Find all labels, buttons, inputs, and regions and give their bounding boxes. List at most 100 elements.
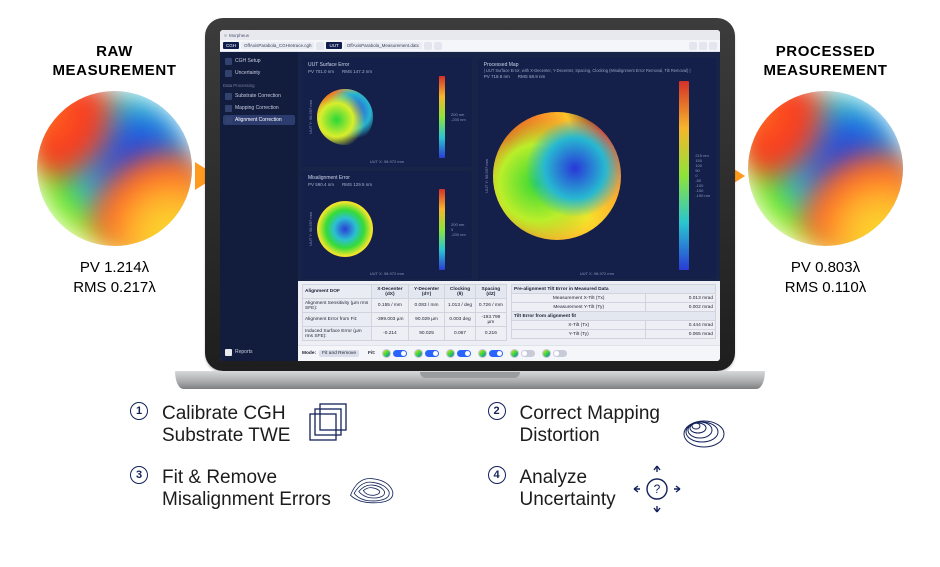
browse-icon[interactable] — [424, 42, 432, 50]
file-bar: CGH OffAxisParabola_CGHretrace.cgh UUT O… — [220, 40, 720, 52]
path-cgh[interactable]: OffAxisParabola_CGHretrace.cgh — [241, 42, 314, 49]
raw-measurement-title: RAW MEASUREMENT — [27, 43, 202, 81]
table-cell: 0.083 / mm — [408, 299, 445, 313]
feature-callouts: 1 Calibrate CGH Substrate TWE 2 Correct … — [130, 400, 825, 514]
sidetable-header: Tilt Error from alignment fit — [512, 312, 716, 321]
mode-select[interactable]: Fit and Remove — [319, 350, 359, 357]
uncertainty-compass-icon: ? — [630, 464, 685, 514]
sidetable-cell: 0.002 mrad — [646, 303, 716, 312]
wavy-contour-icon — [345, 464, 400, 514]
alignment-table: Alignment DOF X-Decenter (dX) Y-Decenter… — [302, 284, 507, 341]
sidebar-item-mapping[interactable]: Mapping Correction — [223, 103, 295, 113]
processed-rms: RMS 0.110λ — [738, 278, 913, 298]
tilt-error-table: Pre-alignment Tilt Error in Measured Dat… — [511, 284, 716, 341]
y-axis-label: UUT Y: 98.597 mm — [484, 159, 489, 193]
app-screen: Morpheus CGH OffAxisParabola_CGHretrace.… — [220, 30, 720, 361]
rms-value: RMS 147.3 nm — [342, 69, 372, 74]
raw-measurement-map — [37, 91, 192, 246]
fit-toggle-tiltx[interactable] — [510, 349, 535, 358]
pv-value: PV 701.0 nm — [308, 69, 334, 74]
fit-label: Fit: — [368, 351, 375, 356]
table-header: Alignment DOF — [303, 285, 372, 299]
x-axis-label: UUT X: 98.972 mm — [308, 159, 466, 164]
stacked-squares-icon — [304, 400, 359, 450]
save-icon[interactable] — [434, 42, 442, 50]
table-cell: 0.726 / mm — [475, 299, 506, 313]
y-axis-label: UUT Y: 98.597 mm — [308, 100, 313, 134]
colorbar-tick: -190 nm — [695, 193, 710, 198]
callout-uncertainty: 4 Analyze Uncertainty ? — [488, 464, 826, 514]
callout-number-1: 1 — [130, 402, 148, 420]
x-axis-label: UUT X: 98.972 mm — [484, 271, 710, 276]
panel-title: UUT Surface Error — [308, 62, 466, 68]
sidetable-cell: 0.444 mrad — [646, 321, 716, 330]
callout-text: Analyze Uncertainty — [520, 467, 616, 512]
sidebar-item-label: Alignment Correction — [235, 117, 282, 123]
raw-measurement-stats: PV 1.214λ RMS 0.217λ — [27, 258, 202, 299]
row-label: Alignment Sensitivity (µm rms SFE): — [303, 299, 372, 313]
colorbar-tick: -200 nm — [451, 117, 466, 122]
settings-icon[interactable] — [699, 42, 707, 50]
panel-processed-map: Processed Map | UUT Surface Error, with … — [478, 58, 716, 279]
sidebar-item-reports[interactable]: Reports — [223, 347, 295, 357]
fit-toggle-clocking[interactable] — [446, 349, 471, 358]
table-cell: 1.013 / deg — [445, 299, 475, 313]
callout-number-3: 3 — [130, 466, 148, 484]
colorbar — [439, 189, 445, 271]
colorbar-tick: -200 nm — [451, 232, 466, 237]
fit-toggle-tilty[interactable] — [542, 349, 567, 358]
table-header: Spacing (dZ) — [475, 285, 506, 299]
sidebar-item-cgh-setup[interactable]: CGH Setup — [223, 56, 295, 66]
fit-toggle-dz[interactable] — [478, 349, 503, 358]
window-title: Morpheus — [229, 33, 249, 38]
sidebar-item-label: Uncertainty — [235, 70, 260, 76]
help-icon[interactable] — [689, 42, 697, 50]
tag-uut: UUT — [326, 42, 341, 49]
x-axis-label: UUT X: 98.972 mm — [308, 271, 466, 276]
path-uut[interactable]: OffAxisParabola_Measurement.datx — [344, 42, 422, 49]
sidebar-item-alignment[interactable]: Alignment Correction — [223, 115, 295, 125]
sidebar-item-uncertainty[interactable]: Uncertainty — [223, 68, 295, 78]
table-header: X-Decenter (dX) — [372, 285, 409, 299]
processed-pv: PV 0.803λ — [738, 258, 913, 278]
rms-value: RMS 129.5 nm — [342, 182, 372, 187]
sidetable-cell: 0.013 mrad — [646, 294, 716, 303]
raw-pv: PV 1.214λ — [27, 258, 202, 278]
laptop-base — [175, 371, 765, 389]
callout-text: Fit & Remove Misalignment Errors — [162, 467, 331, 512]
sidebar-item-label: CGH Setup — [235, 58, 261, 64]
contour-rings-icon — [674, 400, 729, 450]
plot-disc — [493, 112, 621, 240]
more-icon[interactable] — [709, 42, 717, 50]
row-label: Alignment Error from Fit: — [303, 313, 372, 327]
sidetable-cell: Measurement Y-Tilt (Ty) — [512, 303, 646, 312]
callout-calibrate: 1 Calibrate CGH Substrate TWE — [130, 400, 468, 450]
raw-rms: RMS 0.217λ — [27, 278, 202, 298]
table-row: Alignment Error from Fit: -399.003 µm 90… — [303, 313, 507, 327]
sidetable-cell: Measurement X-Tilt (Tx) — [512, 294, 646, 303]
colorbar — [439, 76, 445, 158]
plot-disc — [317, 89, 373, 145]
panel-uut-surface-error: UUT Surface Error PV 701.0 nm RMS 147.3 n… — [302, 58, 472, 167]
tag-cgh: CGH — [223, 42, 239, 49]
colorbar — [679, 81, 689, 270]
row-label: Induced Surface Error (µm rms SFE): — [303, 327, 372, 341]
laptop-mockup: Morpheus CGH OffAxisParabola_CGHretrace.… — [205, 18, 735, 389]
table-cell: 0.155 / mm — [372, 299, 409, 313]
sidebar-item-label: Mapping Correction — [235, 105, 279, 111]
sidebar-item-substrate[interactable]: Substrate Correction — [223, 91, 295, 101]
fit-toggle-dx[interactable] — [382, 349, 407, 358]
y-axis-label: UUT Y: 98.597 mm — [308, 212, 313, 246]
alignment-tables-area: Alignment DOF X-Decenter (dX) Y-Decenter… — [298, 281, 720, 345]
fit-toggle-dy[interactable] — [414, 349, 439, 358]
mode-label: Mode: — [302, 351, 316, 356]
browse-icon[interactable] — [316, 42, 324, 50]
table-cell: -0.214 — [372, 327, 409, 341]
panel-title: Misalignment Error — [308, 175, 466, 181]
table-header: Clocking (θ) — [445, 285, 475, 299]
sidebar-section-label: Data Processing — [223, 83, 295, 88]
callout-text: Correct Mapping Distortion — [520, 403, 660, 448]
table-row: Alignment Sensitivity (µm rms SFE): 0.15… — [303, 299, 507, 313]
sidebar-item-label: Reports — [235, 349, 253, 355]
pv-value: PV 718.8 nm — [484, 74, 510, 79]
